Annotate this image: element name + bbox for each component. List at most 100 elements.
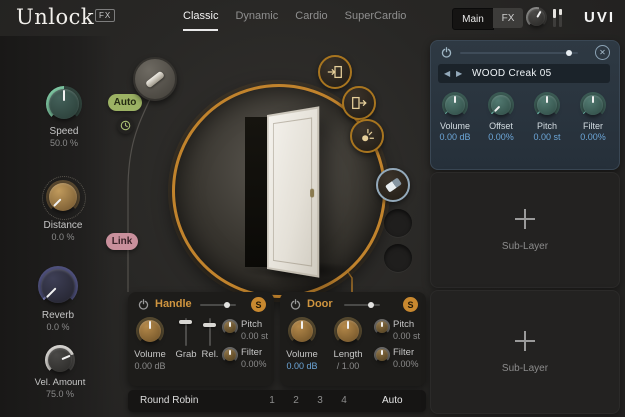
handle-panel-title: Handle <box>155 298 192 310</box>
preset-next-button[interactable]: ▶ <box>456 68 462 79</box>
speed-knob[interactable] <box>46 86 82 122</box>
uvi-logo: UVI <box>584 9 615 26</box>
reverb-value: 0.0 % <box>22 322 94 332</box>
tab-dynamic[interactable]: Dynamic <box>235 10 278 31</box>
layer-close-button[interactable]: ✕ <box>595 45 610 60</box>
door-volume-knob[interactable] <box>288 317 316 345</box>
meter-bar-right <box>559 9 562 27</box>
tab-cardio[interactable]: Cardio <box>295 10 327 31</box>
auto-button[interactable]: Auto <box>108 94 142 111</box>
door-in-icon <box>326 63 344 81</box>
door-handle-icon <box>145 70 165 88</box>
door-filter-knob[interactable] <box>374 347 390 363</box>
door-pitch-label: Pitch <box>393 319 423 330</box>
round-robin-auto[interactable]: Auto <box>382 395 403 406</box>
meter-bar-left <box>553 9 556 27</box>
handle-filter-value: 0.00% <box>241 359 273 369</box>
tool-slot-1[interactable] <box>384 209 412 237</box>
handle-filter-knob[interactable] <box>222 347 238 363</box>
rel-slider[interactable] <box>203 323 216 327</box>
layer-filter-value: 0.00% <box>580 132 606 142</box>
layer-filter-label: Filter <box>583 121 603 131</box>
master-volume-knob[interactable] <box>526 7 547 28</box>
tab-classic[interactable]: Classic <box>183 10 218 31</box>
grab-slider[interactable] <box>179 320 192 324</box>
layer-offset-label: Offset <box>489 121 513 131</box>
fx-view-button[interactable]: FX <box>493 8 523 28</box>
main-view-button[interactable]: Main <box>452 8 494 30</box>
layer-volume-slider[interactable] <box>460 52 578 54</box>
handle-volume-label: Volume <box>126 349 174 360</box>
door-power-button[interactable] <box>290 299 301 310</box>
eraser-tool-button[interactable] <box>376 168 410 202</box>
door-level-slider[interactable] <box>344 304 380 306</box>
door-close-button[interactable] <box>342 86 376 120</box>
handle-level-slider[interactable] <box>200 304 236 306</box>
layer-pitch-value: 0.00 st <box>533 132 560 142</box>
handle-tool-button[interactable] <box>133 57 177 101</box>
distance-knob[interactable] <box>46 180 80 214</box>
vel-amount-value: 75.0 % <box>22 389 98 399</box>
close-icon: ✕ <box>599 48 606 57</box>
round-robin-label: Round Robin <box>140 395 198 406</box>
handle-solo-button[interactable]: S <box>251 297 266 312</box>
handle-filter-label: Filter <box>241 347 271 358</box>
layer-pitch-knob[interactable] <box>534 92 560 118</box>
door-open-button[interactable] <box>318 55 352 89</box>
handle-pitch-label: Pitch <box>241 319 271 330</box>
clock-icon <box>120 120 131 131</box>
link-button[interactable]: Link <box>106 233 138 250</box>
handle-pitch-knob[interactable] <box>222 319 238 335</box>
door-length-knob[interactable] <box>334 317 362 345</box>
layer-filter-knob[interactable] <box>580 92 606 118</box>
speed-label: Speed <box>28 126 100 137</box>
round-robin-slot-4[interactable]: 4 <box>338 395 350 406</box>
speed-sync-button[interactable] <box>117 117 134 134</box>
door-image[interactable] <box>267 106 319 277</box>
door-panel-inset <box>273 117 312 266</box>
preset-prev-button[interactable]: ◀ <box>444 68 450 79</box>
layer-volume-value: 0.00 dB <box>439 132 470 142</box>
layer-volume-column: Volume 0.00 dB <box>432 92 478 158</box>
tool-slot-2[interactable] <box>384 244 412 272</box>
sub-layer-label: Sub-Layer <box>502 241 548 252</box>
eraser-icon <box>385 177 402 192</box>
door-out-icon <box>350 94 368 112</box>
tab-supercardio[interactable]: SuperCardio <box>345 10 407 31</box>
handle-volume-knob[interactable] <box>136 317 164 345</box>
layer-power-button[interactable] <box>441 47 452 58</box>
fx-badge: FX <box>95 9 115 22</box>
layer-knob-row: Volume 0.00 dB Offset 0.00% Pitch 0.00 s… <box>432 92 616 158</box>
sub-layer-slot-1[interactable]: Sub-Layer <box>430 172 620 288</box>
sub-layer-slot-2[interactable]: Sub-Layer <box>430 290 620 414</box>
door-solo-button[interactable]: S <box>403 297 418 312</box>
layer-offset-value: 0.00% <box>488 132 514 142</box>
distance-label: Distance <box>27 220 99 231</box>
round-robin-slot-2[interactable]: 2 <box>290 395 302 406</box>
round-robin-slot-3[interactable]: 3 <box>314 395 326 406</box>
distance-value: 0.0 % <box>27 232 99 242</box>
unlock-fx-window: Unlock FX Classic Dynamic Cardio SuperCa… <box>0 0 625 417</box>
layer-volume-knob[interactable] <box>442 92 468 118</box>
sub-layer-label: Sub-Layer <box>502 363 548 374</box>
door-volume-value: 0.00 dB <box>278 361 326 371</box>
door-length-value: / 1.00 <box>324 361 372 371</box>
knock-icon <box>358 127 376 145</box>
door-length-label: Length <box>324 349 372 360</box>
layer-offset-knob[interactable] <box>488 92 514 118</box>
reverb-knob[interactable] <box>38 266 78 306</box>
reverb-label: Reverb <box>22 310 94 321</box>
vel-amount-knob[interactable] <box>45 345 75 375</box>
door-pitch-knob[interactable] <box>374 319 390 335</box>
mode-tabs: Classic Dynamic Cardio SuperCardio <box>183 10 406 31</box>
door-volume-label: Volume <box>278 349 326 360</box>
chevron-right-icon: ▶ <box>456 69 462 78</box>
door-filter-label: Filter <box>393 347 423 358</box>
layer-offset-column: Offset 0.00% <box>478 92 524 158</box>
handle-power-button[interactable] <box>138 299 149 310</box>
round-robin-slot-1[interactable]: 1 <box>266 395 278 406</box>
knock-button[interactable] <box>350 119 384 153</box>
plus-icon <box>515 209 535 229</box>
speed-value: 50.0 % <box>28 138 100 148</box>
app-title: Unlock <box>16 5 94 29</box>
